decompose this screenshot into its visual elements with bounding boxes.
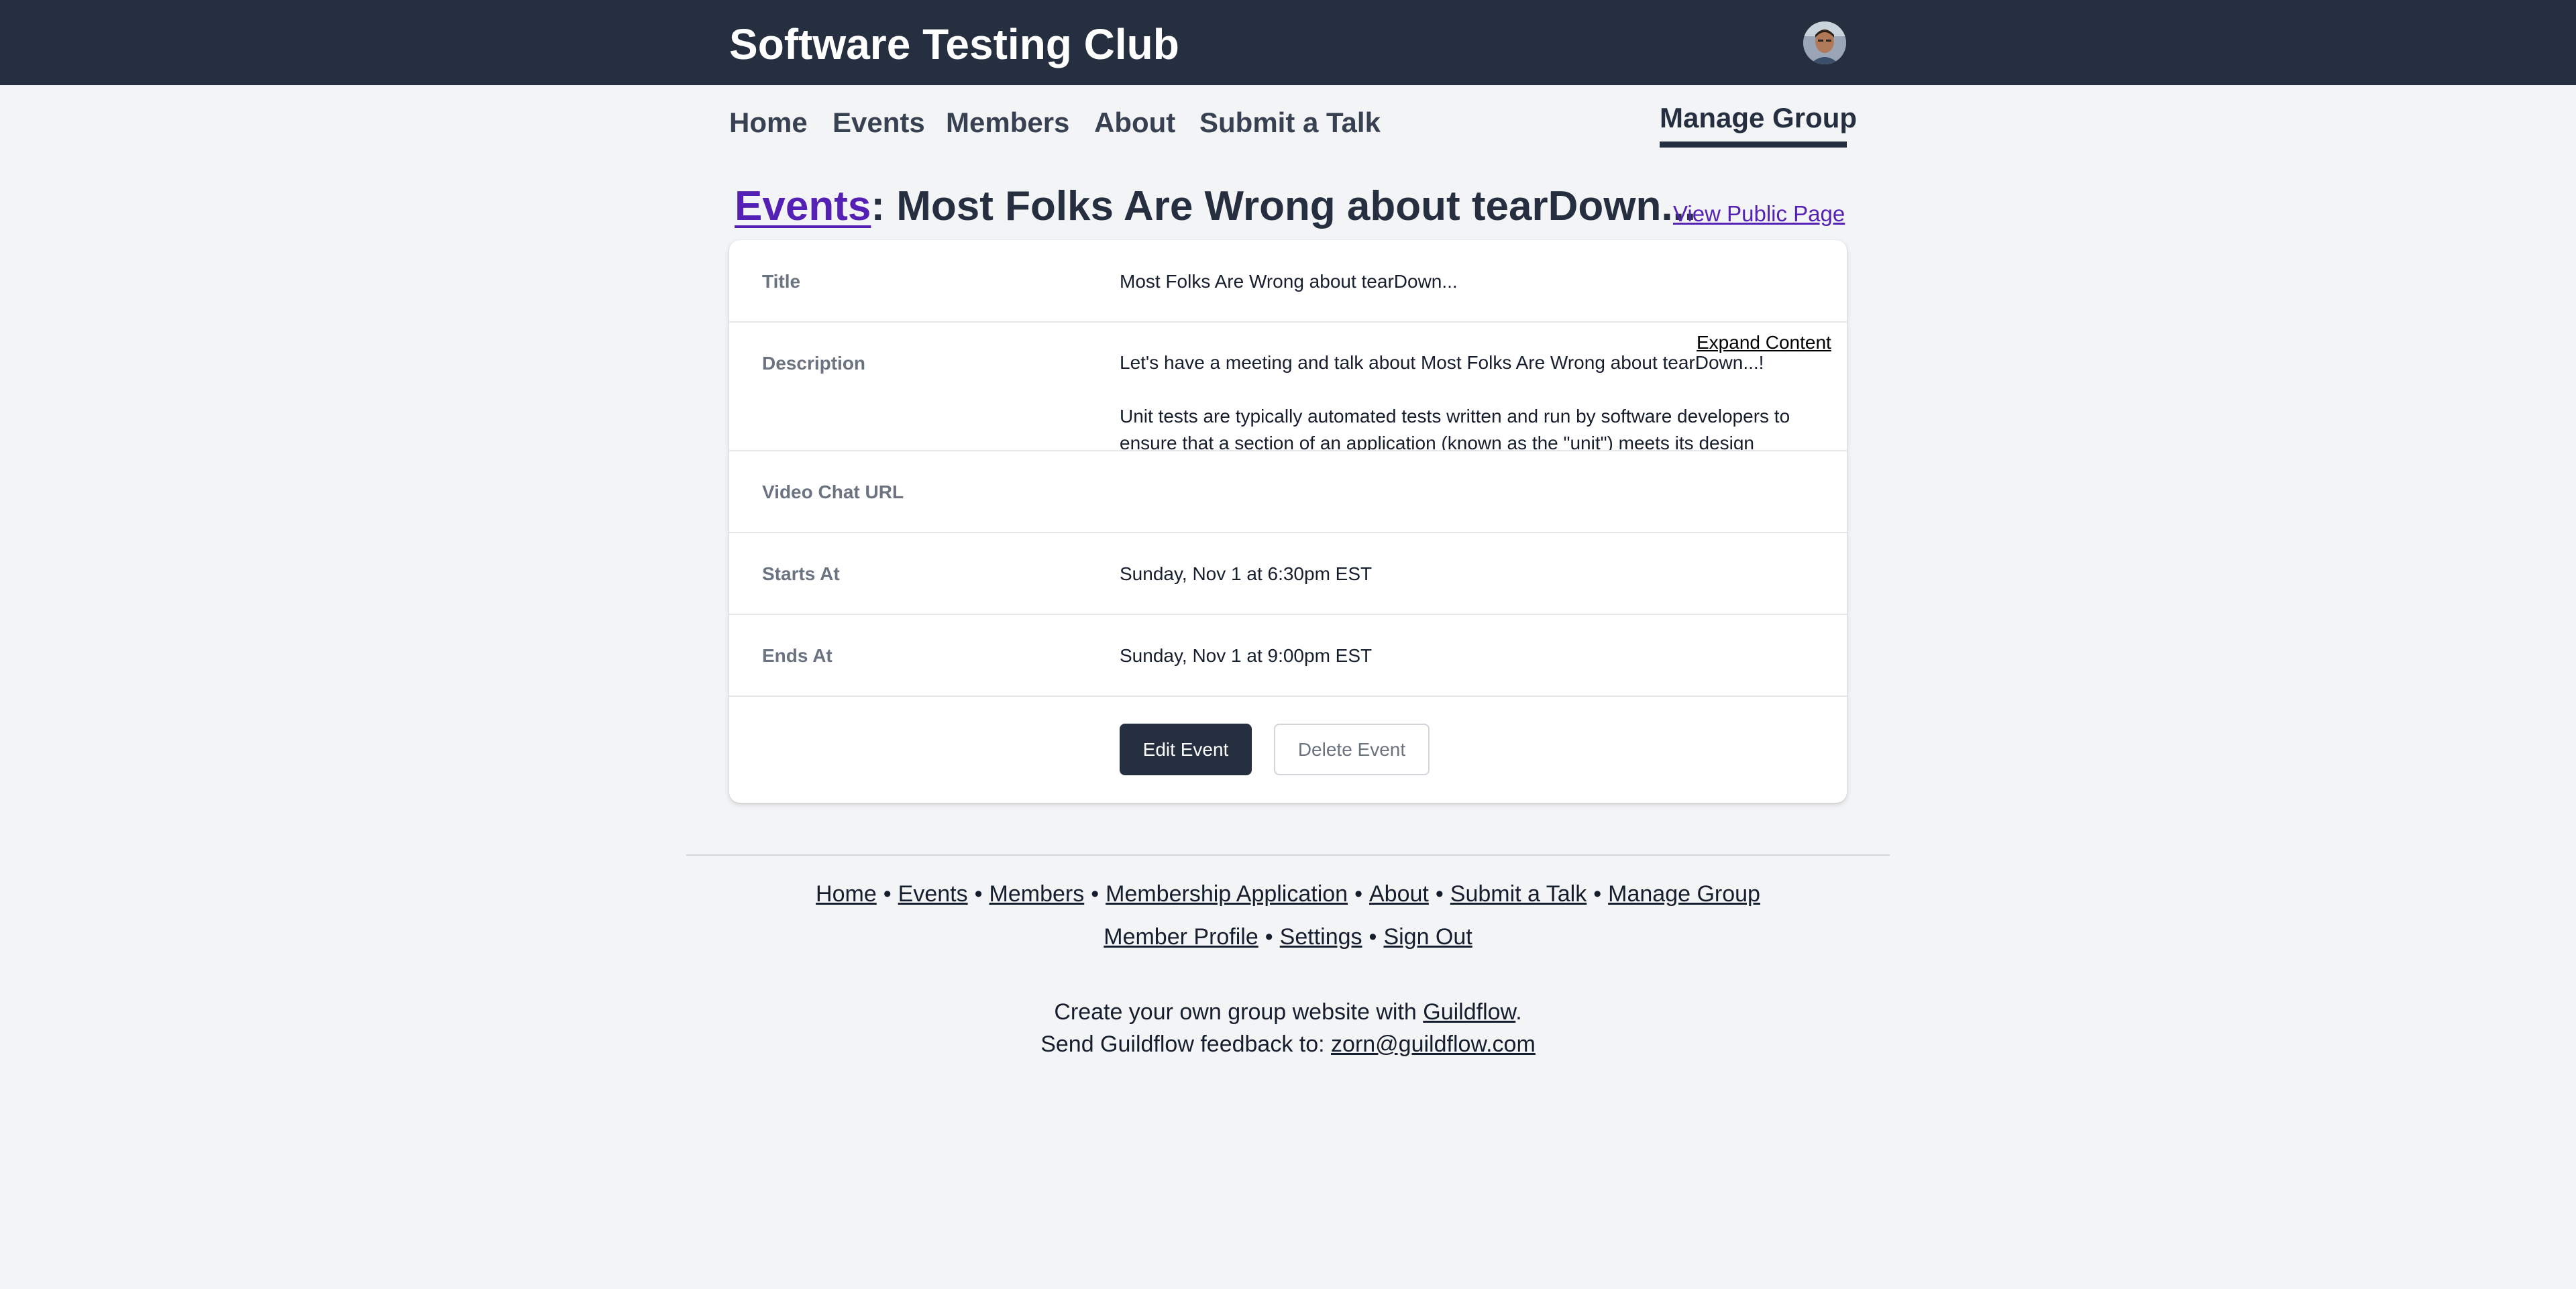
footer-link-members[interactable]: Members	[989, 881, 1085, 907]
video-chat-label: Video Chat URL	[762, 482, 904, 502]
footer-feedback-email-link[interactable]: zorn@guildflow.com	[1331, 1031, 1536, 1057]
footer-nav-primary: Home • Events • Members • Membership Applicati…	[0, 879, 2576, 909]
site-title[interactable]: Software Testing Club	[729, 20, 1179, 68]
footer-credit: Create your own group website with Guild…	[0, 997, 2576, 1027]
expand-content-link[interactable]: Expand Content	[1697, 331, 1831, 355]
breadcrumb-events-link[interactable]: Events	[735, 183, 871, 229]
footer-credit-text: Create your own group website with	[1054, 999, 1424, 1025]
footer-feedback: Send Guildflow feedback to: zorn@guildfl…	[0, 1029, 2576, 1059]
footer-link-manage-group[interactable]: Manage Group	[1608, 881, 1760, 907]
footer-separator: •	[974, 881, 983, 907]
page-title: Events: Most Folks Are Wrong about tearD…	[735, 181, 1696, 232]
nav-home[interactable]: Home	[729, 104, 808, 142]
starts-at-value: Sunday, Nov 1 at 6:30pm EST	[1120, 563, 1373, 584]
footer-link-membership-application[interactable]: Membership Application	[1106, 881, 1348, 907]
ends-at-label: Ends At	[762, 645, 833, 666]
view-public-page-link[interactable]: View Public Page	[1673, 200, 1845, 228]
nav-manage-group[interactable]: Manage Group	[1660, 99, 1857, 148]
footer-link-guildflow[interactable]: Guildflow	[1423, 999, 1515, 1025]
nav-about[interactable]: About	[1094, 104, 1175, 142]
starts-at-row: Starts At Sunday, Nov 1 at 6:30pm EST	[729, 533, 1847, 615]
nav-submit-talk[interactable]: Submit a Talk	[1199, 104, 1381, 142]
footer-separator: •	[883, 881, 892, 907]
ends-at-row: Ends At Sunday, Nov 1 at 9:00pm EST	[729, 615, 1847, 697]
footer-link-about[interactable]: About	[1369, 881, 1429, 907]
footer-link-member-profile[interactable]: Member Profile	[1104, 924, 1258, 950]
footer-separator: •	[1368, 924, 1377, 950]
title-row: Title Most Folks Are Wrong about tearDow…	[729, 240, 1847, 323]
footer-link-events[interactable]: Events	[898, 881, 968, 907]
page-title-text: : Most Folks Are Wrong about tearDown...	[871, 183, 1697, 229]
nav-members[interactable]: Members	[946, 104, 1069, 142]
description-row: Description Let's have a meeting and tal…	[729, 323, 1847, 451]
footer-separator: •	[1435, 881, 1444, 907]
footer-link-home[interactable]: Home	[816, 881, 877, 907]
title-value: Most Folks Are Wrong about tearDown...	[1120, 271, 1458, 292]
description-paragraph: Unit tests are typically automated tests…	[1120, 406, 1790, 451]
footer-separator: •	[1091, 881, 1099, 907]
starts-at-label: Starts At	[762, 563, 840, 584]
description-label: Description	[762, 353, 866, 374]
event-details-card: Title Most Folks Are Wrong about tearDow…	[729, 240, 1847, 803]
description-content: Let's have a meeting and talk about Most…	[1120, 349, 1811, 451]
footer-divider	[686, 854, 1890, 856]
footer-link-submit-talk[interactable]: Submit a Talk	[1450, 881, 1587, 907]
footer-separator: •	[1593, 881, 1602, 907]
ends-at-value: Sunday, Nov 1 at 9:00pm EST	[1120, 645, 1373, 666]
avatar-image	[1803, 21, 1846, 64]
edit-event-button[interactable]: Edit Event	[1120, 724, 1252, 775]
user-avatar[interactable]	[1803, 21, 1846, 64]
top-header-bar: Software Testing Club	[0, 0, 2576, 85]
nav-events[interactable]: Events	[833, 104, 925, 142]
footer-separator: •	[1354, 881, 1362, 907]
footer-link-settings[interactable]: Settings	[1280, 924, 1362, 950]
footer-link-sign-out[interactable]: Sign Out	[1383, 924, 1472, 950]
title-label: Title	[762, 271, 801, 292]
footer-nav-account: Member Profile • Settings • Sign Out	[0, 922, 2576, 952]
footer-separator: •	[1265, 924, 1273, 950]
delete-event-button[interactable]: Delete Event	[1274, 724, 1430, 775]
footer-credit-suffix: .	[1515, 999, 1522, 1025]
video-chat-row: Video Chat URL	[729, 451, 1847, 533]
footer-feedback-text: Send Guildflow feedback to:	[1040, 1031, 1332, 1057]
